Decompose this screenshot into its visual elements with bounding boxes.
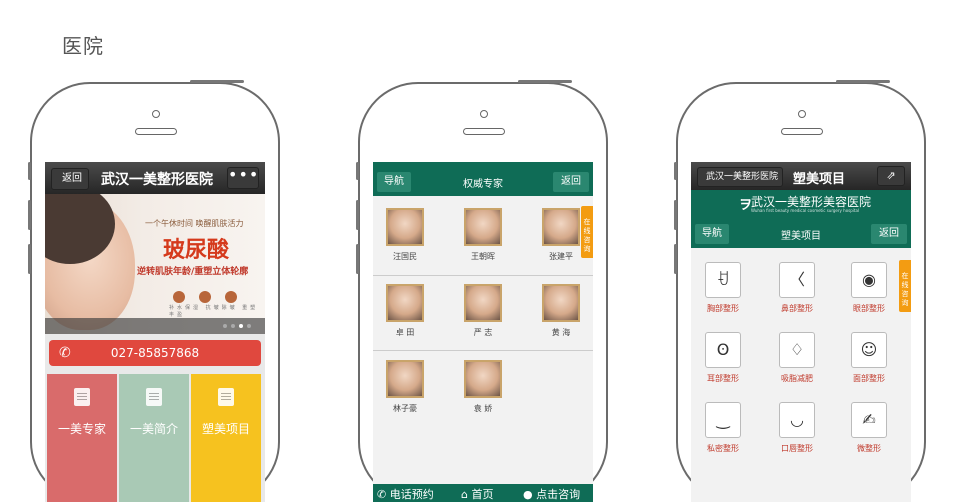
navbar: 返回 武汉一美整形医院 •••	[45, 162, 265, 194]
doctor-card[interactable]: 王朝晖	[455, 208, 511, 262]
doctor-card[interactable]: 汪国民	[377, 208, 433, 262]
doctor-photo	[386, 208, 424, 246]
doctor-card[interactable]: 卓 田	[377, 284, 433, 338]
projects-header: 导航 塑美项目 返回	[691, 220, 911, 248]
page-title: 武汉一美整形医院	[101, 172, 213, 188]
tile-experts[interactable]: 一美专家	[47, 374, 117, 502]
document-icon	[218, 388, 234, 406]
online-consult-tab[interactable]: 在线咨询	[899, 260, 911, 312]
camera-dot	[480, 110, 488, 118]
doctor-photo	[386, 360, 424, 398]
camera-dot	[798, 110, 806, 118]
consult-button[interactable]: ● 点击咨询	[523, 486, 580, 502]
back-button[interactable]: 武汉一美整形医院	[697, 167, 784, 187]
ear-icon: ʘ	[705, 332, 741, 368]
plump-icon	[225, 291, 237, 303]
micro-plastic-icon: ✍	[851, 402, 887, 438]
project-item[interactable]: ʘ 耳部整形	[695, 332, 751, 384]
banner-tagline: 一个午休时间 唤醒肌肤活力	[145, 219, 244, 228]
camera-dot	[152, 110, 160, 118]
doctor-card[interactable]: 黄 海	[533, 284, 589, 338]
eye-icon: ◉	[851, 262, 887, 298]
doctor-card[interactable]: 严 志	[455, 284, 511, 338]
hospital-banner: ヲ 武汉一美整形美容医院 Wuhan first beauty medical …	[691, 190, 911, 220]
body-contour-icon: ♢	[779, 332, 815, 368]
page-title: 塑美项目	[793, 172, 846, 187]
phone-number: 027-85857868	[110, 346, 200, 360]
screen-home: 返回 武汉一美整形医院 ••• 一个午休时间 唤醒肌肤活力 玻尿酸 逆转肌肤年龄…	[45, 162, 265, 502]
tile-intro[interactable]: 一美简介	[119, 374, 189, 502]
screen-experts: 导航 权威专家 返回 汪国民 王朝晖 张建平 卓 田 严 志 黄 海 林子豪 袁…	[373, 162, 593, 502]
tile-projects[interactable]: 塑美项目	[191, 374, 261, 502]
back-button[interactable]: 返回	[553, 172, 589, 192]
project-item[interactable]: ◉ 眼部整形	[841, 262, 897, 314]
more-button[interactable]: •••	[227, 167, 259, 189]
hospital-subtitle: Wuhan first beauty medical cosmetic surg…	[751, 208, 860, 213]
doctor-card[interactable]: 林子豪	[377, 360, 433, 414]
carousel-indicator[interactable]	[45, 318, 265, 334]
speaker-slot	[463, 128, 505, 135]
project-item[interactable]: ♢ 吸脂减肥	[769, 332, 825, 384]
phone-mockup-3: 武汉一美整形医院 塑美项目 ⇗ ヲ 武汉一美整形美容医院 Wuhan first…	[674, 80, 926, 502]
back-button[interactable]: 返回	[871, 224, 907, 244]
project-item[interactable]: ◡ 口唇整形	[769, 402, 825, 454]
project-item[interactable]: ✍ 微整形	[841, 402, 897, 454]
hydrate-icon	[173, 291, 185, 303]
project-item[interactable]: ‿ 私密整形	[695, 402, 751, 454]
doctor-photo	[464, 208, 502, 246]
banner-headline: 玻尿酸	[163, 238, 230, 263]
phone-mockup-1: 返回 武汉一美整形医院 ••• 一个午休时间 唤醒肌肤活力 玻尿酸 逆转肌肤年龄…	[28, 80, 280, 502]
call-booking-button[interactable]: ✆ 电话预约	[377, 486, 434, 502]
project-item[interactable]: ☺ 面部整形	[841, 332, 897, 384]
nose-icon: 〈	[779, 262, 815, 298]
promo-banner[interactable]: 一个午休时间 唤醒肌肤活力 玻尿酸 逆转肌肤年龄/重塑立体轮廓 补水保湿 抗皱除…	[45, 194, 265, 334]
section-title: 医院	[62, 34, 104, 58]
breast-icon: ꀀ	[705, 262, 741, 298]
banner-subline: 逆转肌肤年龄/重塑立体轮廓	[137, 267, 249, 277]
doctor-photo	[386, 284, 424, 322]
anti-wrinkle-icon	[199, 291, 211, 303]
project-item[interactable]: 〈鼻部整形	[769, 262, 825, 314]
lips-icon: ◡	[779, 402, 815, 438]
experts-header: 导航 权威专家 返回	[373, 168, 593, 196]
bottom-action-bar: ✆ 电话预约 ⌂ 首页 ● 点击咨询	[373, 484, 593, 502]
online-consult-tab[interactable]: 在线咨询	[581, 206, 593, 258]
share-icon[interactable]: ⇗	[877, 166, 905, 186]
banner-icon-labels: 补水保湿 抗皱除皱 重塑丰盈	[169, 305, 259, 318]
navbar: 武汉一美整形医院 塑美项目 ⇗	[691, 162, 911, 190]
home-button[interactable]: ⌂ 首页	[461, 486, 493, 502]
screen-projects: 武汉一美整形医院 塑美项目 ⇗ ヲ 武汉一美整形美容医院 Wuhan first…	[691, 162, 911, 502]
speaker-slot	[781, 128, 823, 135]
back-button[interactable]: 返回	[51, 168, 89, 190]
doctor-photo	[542, 284, 580, 322]
project-item[interactable]: ꀀ 胸部整形	[695, 262, 751, 314]
doctor-card[interactable]: 袁 娇	[455, 360, 511, 414]
doctor-photo	[464, 360, 502, 398]
private-icon: ‿	[705, 402, 741, 438]
face-icon: ☺	[851, 332, 887, 368]
document-icon	[146, 388, 162, 406]
doctor-photo	[542, 208, 580, 246]
document-icon	[74, 388, 90, 406]
call-button[interactable]: ✆ 027-85857868	[49, 340, 261, 366]
speaker-slot	[135, 128, 177, 135]
phone-mockup-2: 导航 权威专家 返回 汪国民 王朝晖 张建平 卓 田 严 志 黄 海 林子豪 袁…	[356, 80, 608, 502]
doctor-photo	[464, 284, 502, 322]
